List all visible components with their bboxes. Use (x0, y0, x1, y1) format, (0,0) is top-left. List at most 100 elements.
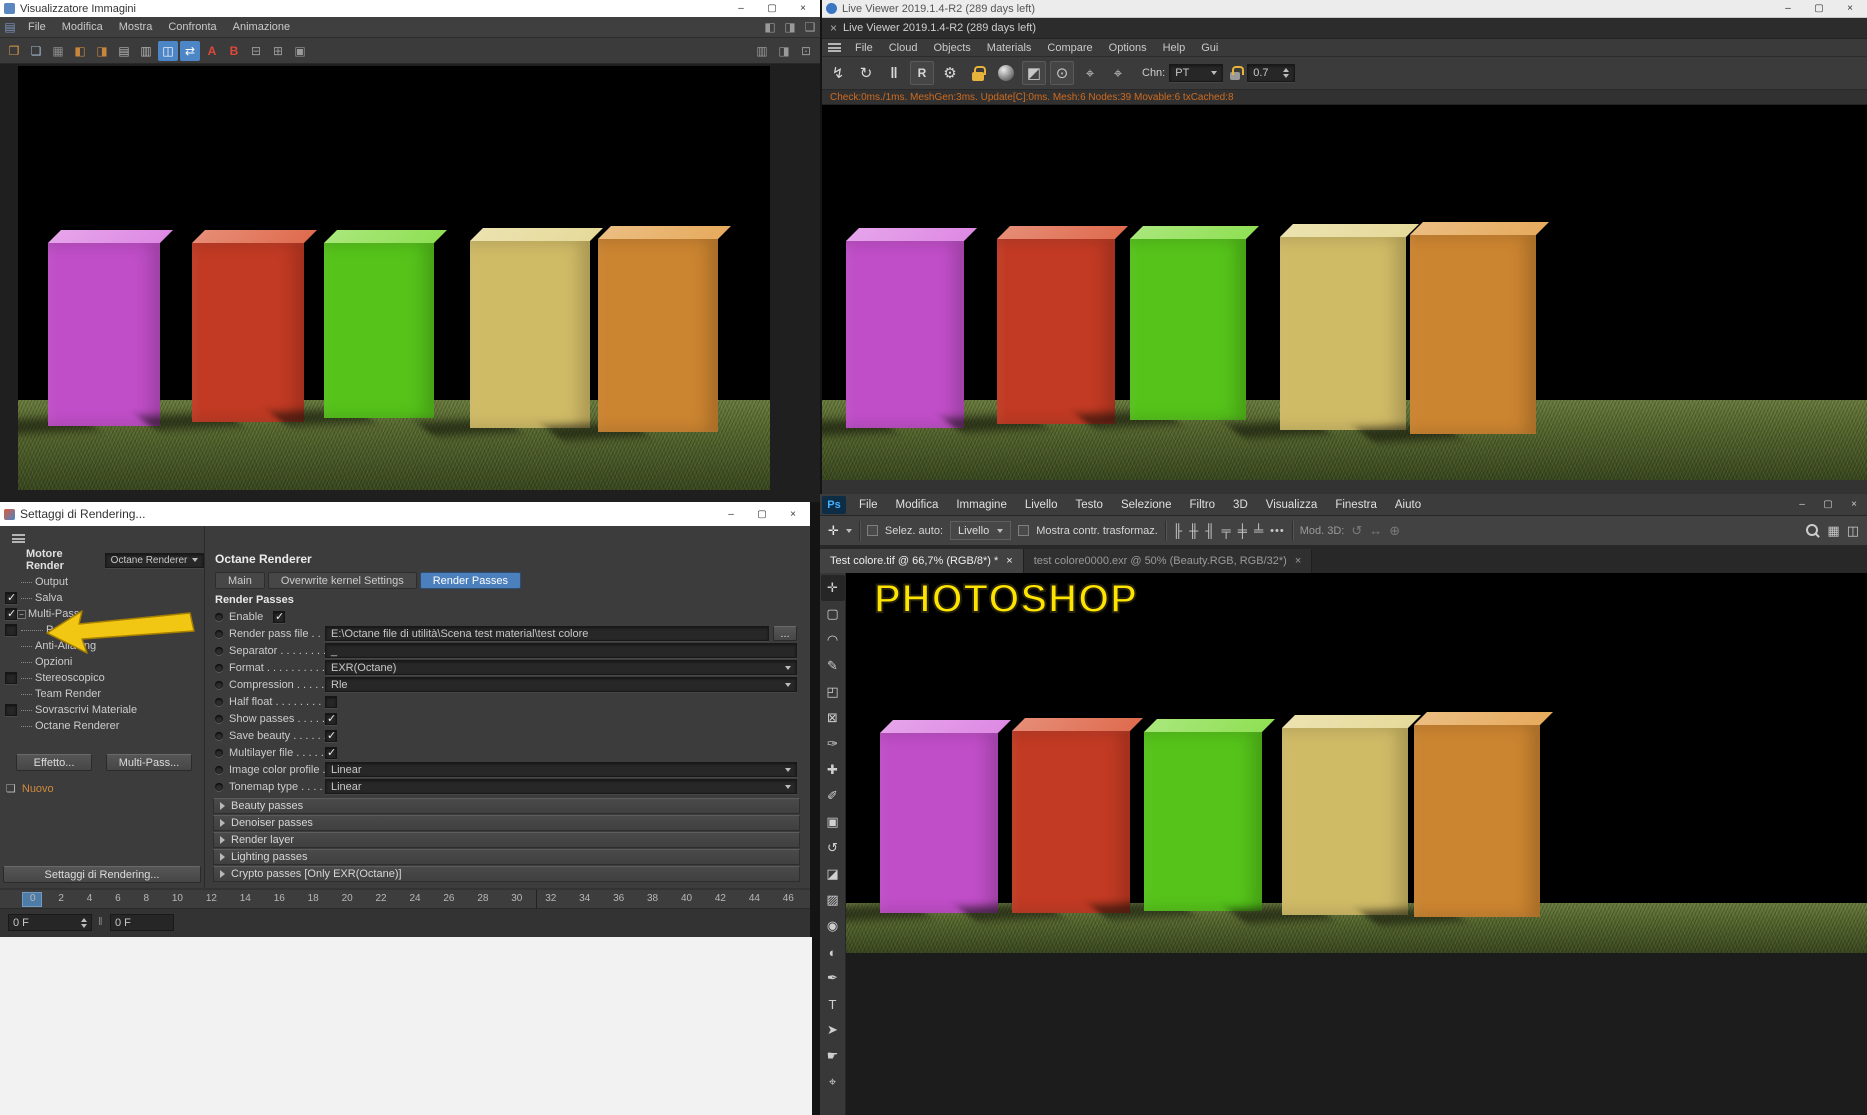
menu-animazione[interactable]: Animazione (225, 21, 298, 33)
dodge-tool[interactable]: ◐ (821, 939, 845, 965)
checkbox-empty[interactable] (5, 624, 17, 636)
minimize-button[interactable]: – (1775, 3, 1801, 14)
compare-b-icon[interactable]: ◨ (92, 41, 112, 61)
tree-item-sovrascrivi-materiale[interactable]: Sovrascrivi Materiale (0, 702, 200, 718)
tab-close-icon[interactable]: × (1295, 555, 1301, 567)
tab-render-passes[interactable]: Render Passes (419, 572, 521, 589)
split-vertical-icon[interactable]: ⊞ (268, 41, 288, 61)
menu-modifica[interactable]: Modifica (887, 499, 948, 511)
menu-visualizza[interactable]: Visualizza (1257, 499, 1327, 511)
tree-item-output[interactable]: Output (0, 574, 200, 590)
tab-overwrite-kernel-settings[interactable]: Overwrite kernel Settings (267, 572, 417, 589)
workspace-switcher-icon[interactable]: ◫ (1847, 523, 1859, 539)
crop-tool[interactable]: ◰ (821, 679, 845, 705)
image-color-profile-dropdown[interactable]: Linear (325, 762, 797, 777)
eyedropper-tool[interactable]: ✑ (821, 731, 845, 757)
menu-file[interactable]: File (20, 21, 54, 33)
maximize-button[interactable]: ▢ (1806, 3, 1832, 14)
tonemap-type-dropdown[interactable]: Linear (325, 779, 797, 794)
document-tab-active[interactable]: Test colore.tif @ 66,7% (RGB/8*) * × (820, 549, 1024, 573)
menu-compare[interactable]: Compare (1039, 42, 1100, 54)
animation-dot-icon[interactable] (215, 731, 223, 740)
render-pass-file-field[interactable]: E:\Octane file di utilità\Scena test mat… (325, 626, 769, 641)
pause-render-icon[interactable]: ‖ (882, 61, 906, 85)
align-left-icon[interactable]: ╟ (1173, 523, 1182, 538)
group-beauty-passes[interactable]: Beauty passes (213, 798, 800, 814)
close-button[interactable]: × (780, 509, 806, 520)
save-image-icon[interactable]: ❏ (26, 41, 46, 61)
auto-select-dropdown[interactable]: Livello (950, 521, 1012, 540)
render-settings-titlebar[interactable]: Settaggi di Rendering... – ▢ × (0, 502, 810, 526)
pick-material-icon[interactable]: ◩ (1022, 61, 1046, 85)
animation-dot-icon[interactable] (215, 748, 223, 757)
spin-up-icon[interactable] (1283, 68, 1290, 72)
multilayer-file-checkbox[interactable] (325, 746, 337, 759)
compression-dropdown[interactable]: Rle (325, 677, 797, 692)
menu-options[interactable]: Options (1101, 42, 1155, 54)
menu-finestra[interactable]: Finestra (1326, 499, 1386, 511)
dolly-3d-icon[interactable]: ⊕ (1389, 523, 1400, 539)
menu-objects[interactable]: Objects (925, 42, 978, 54)
animation-dot-icon[interactable] (215, 697, 223, 706)
animation-dot-icon[interactable] (215, 680, 223, 689)
kernel-settings-gear-icon[interactable]: ⚙ (938, 61, 962, 85)
marquee-tool[interactable]: ▢ (821, 601, 845, 627)
clone-stamp-tool[interactable]: ▣ (821, 809, 845, 835)
menu-testo[interactable]: Testo (1066, 499, 1112, 511)
tree-item-octane-renderer[interactable]: Octane Renderer (0, 718, 200, 734)
timeline-ruler[interactable]: 02 46 8 10 12 14 16 18 20 22 24 26 28 30 32 34 … (0, 890, 810, 909)
picture-viewer-titlebar[interactable]: Visualizzatore Immagini – ▢ × (0, 0, 820, 17)
checkbox-empty[interactable] (5, 672, 17, 684)
brush-tool[interactable]: ✐ (821, 783, 845, 809)
dual-view-icon[interactable]: ◫ (158, 40, 178, 61)
content-browser-icon[interactable]: ▥ (136, 41, 156, 61)
format-dropdown[interactable]: EXR(Octane) (325, 660, 797, 675)
region-render-icon[interactable]: R (910, 61, 934, 85)
set-image-a-icon[interactable]: A (202, 41, 222, 61)
group-render-layer[interactable]: Render layer (213, 832, 800, 848)
float-panel-icon[interactable]: ❏ (800, 17, 820, 37)
show-transform-checkbox[interactable] (1018, 525, 1030, 536)
info-panel-icon[interactable]: ◨ (774, 41, 794, 61)
maximize-button[interactable]: ▢ (759, 3, 785, 14)
arrange-documents-icon[interactable]: ▦ (1827, 523, 1839, 539)
group-lighting-passes[interactable]: Lighting passes (213, 849, 800, 865)
picture-viewer-canvas[interactable] (0, 64, 820, 502)
channel-dropdown[interactable]: PT (1169, 64, 1224, 82)
checkbox-checked[interactable] (5, 607, 17, 620)
set-image-b-icon[interactable]: B (224, 41, 244, 61)
spin-up-icon[interactable] (81, 917, 87, 922)
document-tab-inactive[interactable]: test colore0000.exr @ 50% (Beauty.RGB, R… (1023, 549, 1313, 573)
live-viewer-viewport[interactable] (822, 105, 1867, 480)
window-menu-icon[interactable]: ▤ (0, 17, 20, 37)
trigger-render-icon[interactable]: ↯ (826, 61, 850, 85)
close-button[interactable]: × (1837, 3, 1863, 14)
path-selection-tool[interactable]: ➤ (821, 1017, 845, 1043)
live-viewer-tab[interactable]: Live Viewer 2019.1.4-R2 (289 days left) (843, 22, 1036, 34)
tab-main[interactable]: Main (215, 572, 265, 589)
tree-item-team-render[interactable]: Team Render (0, 686, 200, 702)
show-passes-checkbox[interactable] (325, 712, 337, 725)
pan-3d-icon[interactable]: ↔ (1369, 523, 1382, 538)
menu-materials[interactable]: Materials (979, 42, 1040, 54)
enable-checkbox[interactable] (273, 610, 285, 623)
align-middle-icon[interactable]: ╪ (1238, 523, 1247, 538)
search-icon[interactable] (1806, 523, 1820, 538)
healing-brush-tool[interactable]: ✚ (821, 757, 845, 783)
gradient-tool[interactable]: ▨ (821, 887, 845, 913)
close-button[interactable]: × (790, 3, 816, 14)
restart-render-icon[interactable]: ↻ (854, 61, 878, 85)
menu-livello[interactable]: Livello (1016, 499, 1067, 511)
pick-object-icon[interactable]: ⊙ (1050, 61, 1074, 85)
preset-row[interactable]: ❏ Nuovo (6, 782, 54, 796)
group-denoiser-passes[interactable]: Denoiser passes (213, 815, 800, 831)
menu-grip-icon[interactable] (828, 43, 841, 52)
expander-minus-icon[interactable]: − (17, 609, 26, 619)
maximize-button[interactable]: ▢ (749, 509, 775, 520)
auto-select-checkbox[interactable] (866, 525, 878, 536)
hand-tool[interactable]: ☛ (821, 1043, 845, 1069)
animation-dot-icon[interactable] (215, 646, 223, 655)
preset-name[interactable]: Nuovo (22, 783, 54, 795)
eraser-tool[interactable]: ◪ (821, 861, 845, 887)
history-brush-tool[interactable]: ↺ (821, 835, 845, 861)
